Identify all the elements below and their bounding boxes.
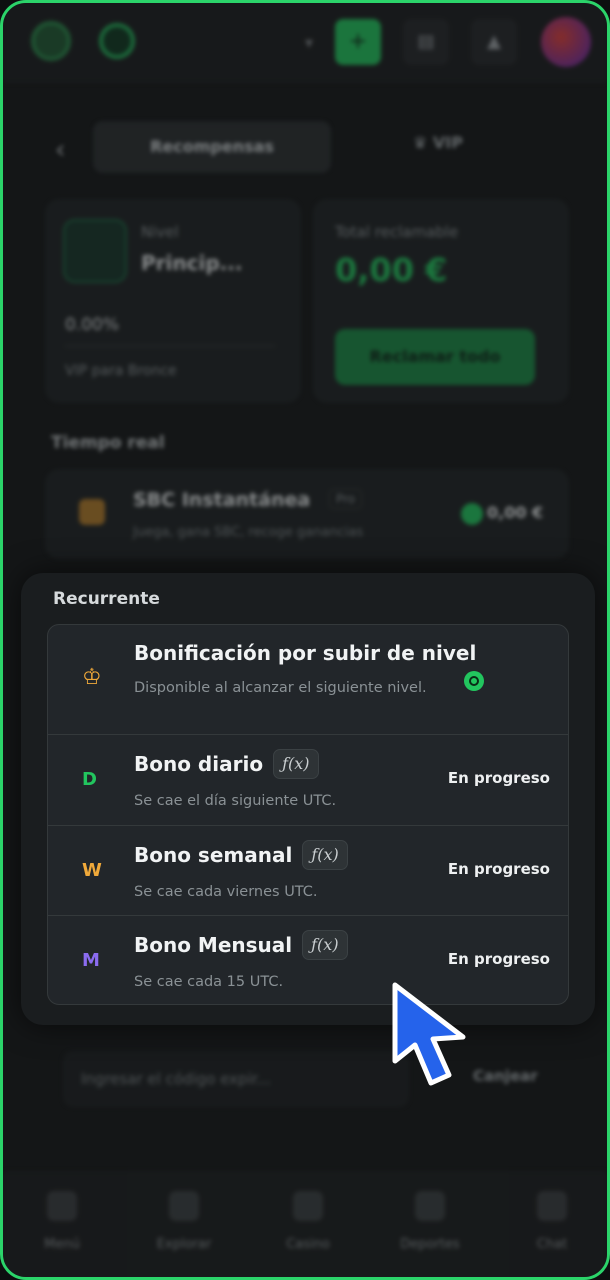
realtime-item-sub: Juega, gana SBC, recoge ganancias xyxy=(133,525,364,540)
bonus-title-wrap: Bono semanal ƒ(x) xyxy=(134,840,348,870)
total-label: Total reclamable xyxy=(335,223,459,241)
nav-item-explore[interactable]: Explorar xyxy=(139,1191,229,1252)
bonus-title: Bono Mensual xyxy=(134,933,293,957)
status-label: En progreso xyxy=(447,860,550,878)
realtime-item-tag: Pro xyxy=(329,489,363,509)
level-progress: 0.00% xyxy=(65,315,120,335)
back-icon[interactable]: ‹ xyxy=(55,135,65,165)
vip-next-link[interactable]: VIP para Bronce xyxy=(65,363,177,379)
pointer-cursor-icon xyxy=(392,982,466,1086)
nav-label: Casino xyxy=(286,1237,330,1252)
nav-label: Deportes xyxy=(400,1237,460,1252)
bonus-subtitle: Se cae el día siguiente UTC. xyxy=(134,793,337,809)
realtime-item-value: 0,00 € xyxy=(487,503,544,522)
crown-icon: ♔ xyxy=(82,665,102,690)
top-bar: ▾ + ▤ ▲ xyxy=(3,3,607,83)
bonus-subtitle: Se cae cada viernes UTC. xyxy=(134,884,318,900)
bonus-title-wrap: Bono diario ƒ(x) xyxy=(134,749,319,779)
tab-rewards-label: Recompensas xyxy=(150,137,274,156)
realtime-item[interactable]: SBC Instantánea Pro Juega, gana SBC, rec… xyxy=(45,469,569,559)
bell-icon[interactable]: ▲ xyxy=(471,19,517,65)
nav-item-menu[interactable]: Menú xyxy=(17,1191,107,1252)
weekly-icon: W xyxy=(82,860,102,881)
tab-vip-label: VIP xyxy=(432,133,463,152)
sports-icon xyxy=(415,1191,445,1221)
list-item-levelup[interactable]: ♔ Bonificación por subir de nivel Dispon… xyxy=(48,625,568,735)
realtime-heading: Tiempo real xyxy=(51,433,165,453)
popup-title: Recurrente xyxy=(53,589,160,609)
formula-icon[interactable]: ƒ(x) xyxy=(273,749,319,779)
bonus-title: Bonificación por subir de nivel xyxy=(134,641,477,665)
redeem-button[interactable]: Canjear xyxy=(473,1067,538,1085)
formula-icon[interactable]: ƒ(x) xyxy=(302,930,348,960)
bottom-nav: Menú Explorar Casino Deportes Chat xyxy=(3,1171,607,1277)
chest-icon xyxy=(79,499,105,525)
coin-icon xyxy=(461,503,483,525)
bonus-title: Bono diario xyxy=(134,752,264,776)
level-card: Nivel Princip... 0.00% VIP para Bronce xyxy=(45,199,301,403)
tab-rewards[interactable]: Recompensas xyxy=(93,121,331,173)
bonus-subtitle: Disponible al alcanzar el siguiente nive… xyxy=(134,680,427,696)
bonus-title-wrap: Bono Mensual ƒ(x) xyxy=(134,930,348,960)
total-card: Total reclamable 0,00 € Reclamar todo xyxy=(313,199,569,403)
level-name: Princip... xyxy=(141,251,243,275)
bonus-list: ♔ Bonificación por subir de nivel Dispon… xyxy=(47,624,569,1005)
nav-label: Explorar xyxy=(156,1237,212,1252)
status-label: En progreso xyxy=(447,950,550,968)
daily-icon: D xyxy=(82,769,97,790)
nav-label: Chat xyxy=(536,1237,568,1252)
bonus-subtitle: Se cae cada 15 UTC. xyxy=(134,974,284,990)
add-funds-button[interactable]: + xyxy=(335,19,381,65)
search-icon xyxy=(169,1191,199,1221)
wallet-icon[interactable]: ▤ xyxy=(403,19,449,65)
status-label: En progreso xyxy=(447,769,550,787)
casino-icon xyxy=(293,1191,323,1221)
level-badge-icon xyxy=(63,219,127,283)
list-item-weekly[interactable]: W Bono semanal ƒ(x) Se cae cada viernes U… xyxy=(48,826,568,916)
nav-item-chat[interactable]: Chat xyxy=(507,1191,597,1252)
nav-item-casino[interactable]: Casino xyxy=(263,1191,353,1252)
avatar[interactable] xyxy=(541,17,591,67)
claim-all-button[interactable]: Reclamar todo xyxy=(335,329,535,385)
formula-icon[interactable]: ƒ(x) xyxy=(302,840,348,870)
list-item-daily[interactable]: D Bono diario ƒ(x) Se cae el día siguient… xyxy=(48,735,568,826)
secondary-logo-icon[interactable] xyxy=(99,23,135,59)
monthly-icon: M xyxy=(82,950,100,971)
progress-track xyxy=(65,345,275,347)
menu-icon xyxy=(47,1191,77,1221)
tab-vip[interactable]: ♛ VIP xyxy=(413,133,463,152)
list-item-monthly[interactable]: M Bono Mensual ƒ(x) Se cae cada 15 UTC. E… xyxy=(48,916,568,1004)
app-frame: ▾ + ▤ ▲ ‹ Recompensas ♛ VIP Nivel Princi… xyxy=(0,0,610,1280)
brand-logo-icon[interactable] xyxy=(31,21,71,61)
coin-icon xyxy=(464,671,484,691)
bonus-title: Bono semanal xyxy=(134,843,293,867)
recurring-popup: Recurrente ♔ Bonificación por subir de n… xyxy=(21,573,595,1025)
level-label: Nivel xyxy=(141,223,179,241)
total-value: 0,00 € xyxy=(335,251,448,289)
nav-item-sports[interactable]: Deportes xyxy=(385,1191,475,1252)
nav-label: Menú xyxy=(44,1237,80,1252)
chat-icon xyxy=(537,1191,567,1221)
realtime-item-title: SBC Instantánea xyxy=(133,489,311,511)
chevron-down-icon[interactable]: ▾ xyxy=(305,33,313,52)
promo-code-input[interactable]: Ingresar el código expir... xyxy=(63,1051,409,1107)
